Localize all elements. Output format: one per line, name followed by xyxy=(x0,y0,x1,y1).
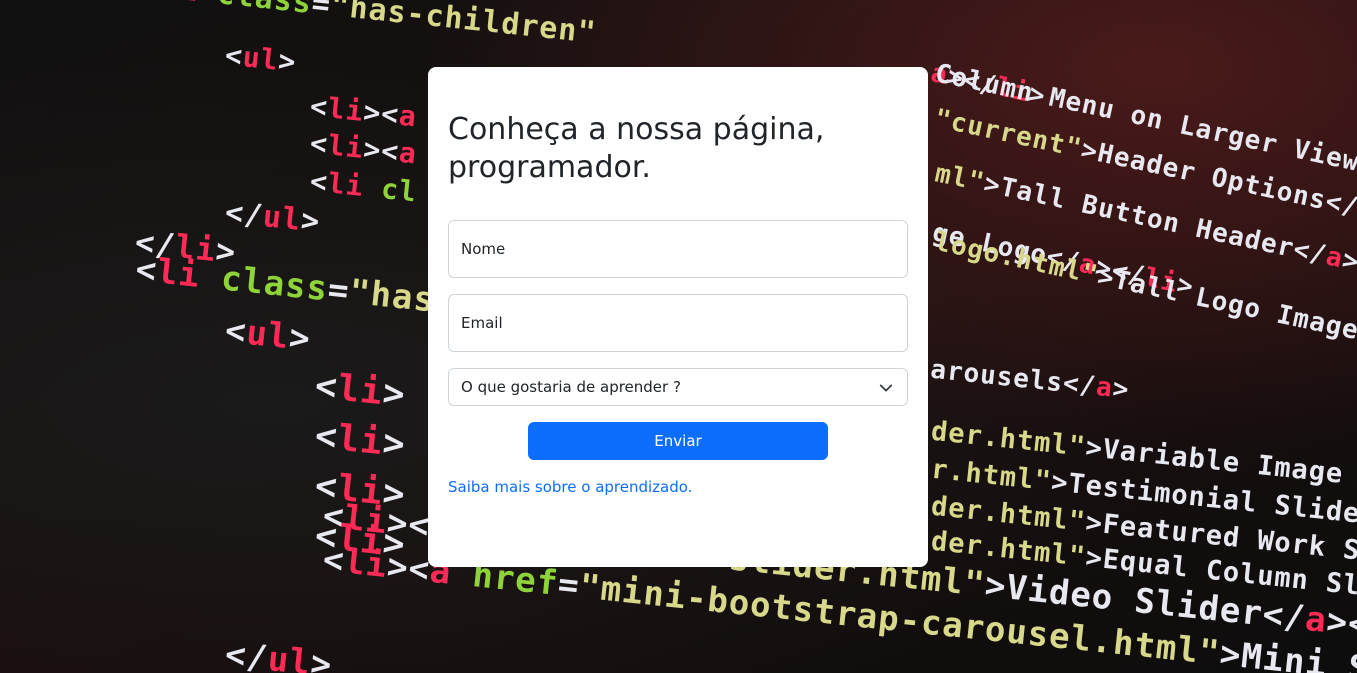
chevron-down-icon xyxy=(879,384,893,392)
code-background-line: <ul> xyxy=(223,38,298,79)
code-background-line: </ul> xyxy=(223,195,322,240)
code-background-line: <li> xyxy=(313,415,408,466)
code-background-line: <li cl xyxy=(308,164,419,209)
submit-button[interactable]: Enviar xyxy=(528,422,828,460)
page-title: Conheça a nossa página, programador. xyxy=(448,112,825,185)
learning-topic-select[interactable]: O que gostaria de aprender ? xyxy=(448,368,908,406)
learn-more-link[interactable]: Saiba mais sobre o aprendizado. xyxy=(448,478,692,496)
code-background-line: </ul> xyxy=(223,634,335,673)
signup-card: Conheça a nossa página, programador. O q… xyxy=(428,67,928,567)
email-field[interactable] xyxy=(448,294,908,352)
code-background-line: <li class="has-children" xyxy=(139,0,599,51)
code-background-line: arousels</a> xyxy=(928,354,1131,406)
select-value: O que gostaria de aprender ? xyxy=(461,378,681,396)
code-background-line: <li class="has xyxy=(133,249,437,321)
name-field[interactable] xyxy=(448,220,908,278)
code-background-line: <ul> xyxy=(223,310,313,360)
code-background-line: <li> xyxy=(313,365,408,416)
code-background-line: <li><a xyxy=(308,126,419,171)
